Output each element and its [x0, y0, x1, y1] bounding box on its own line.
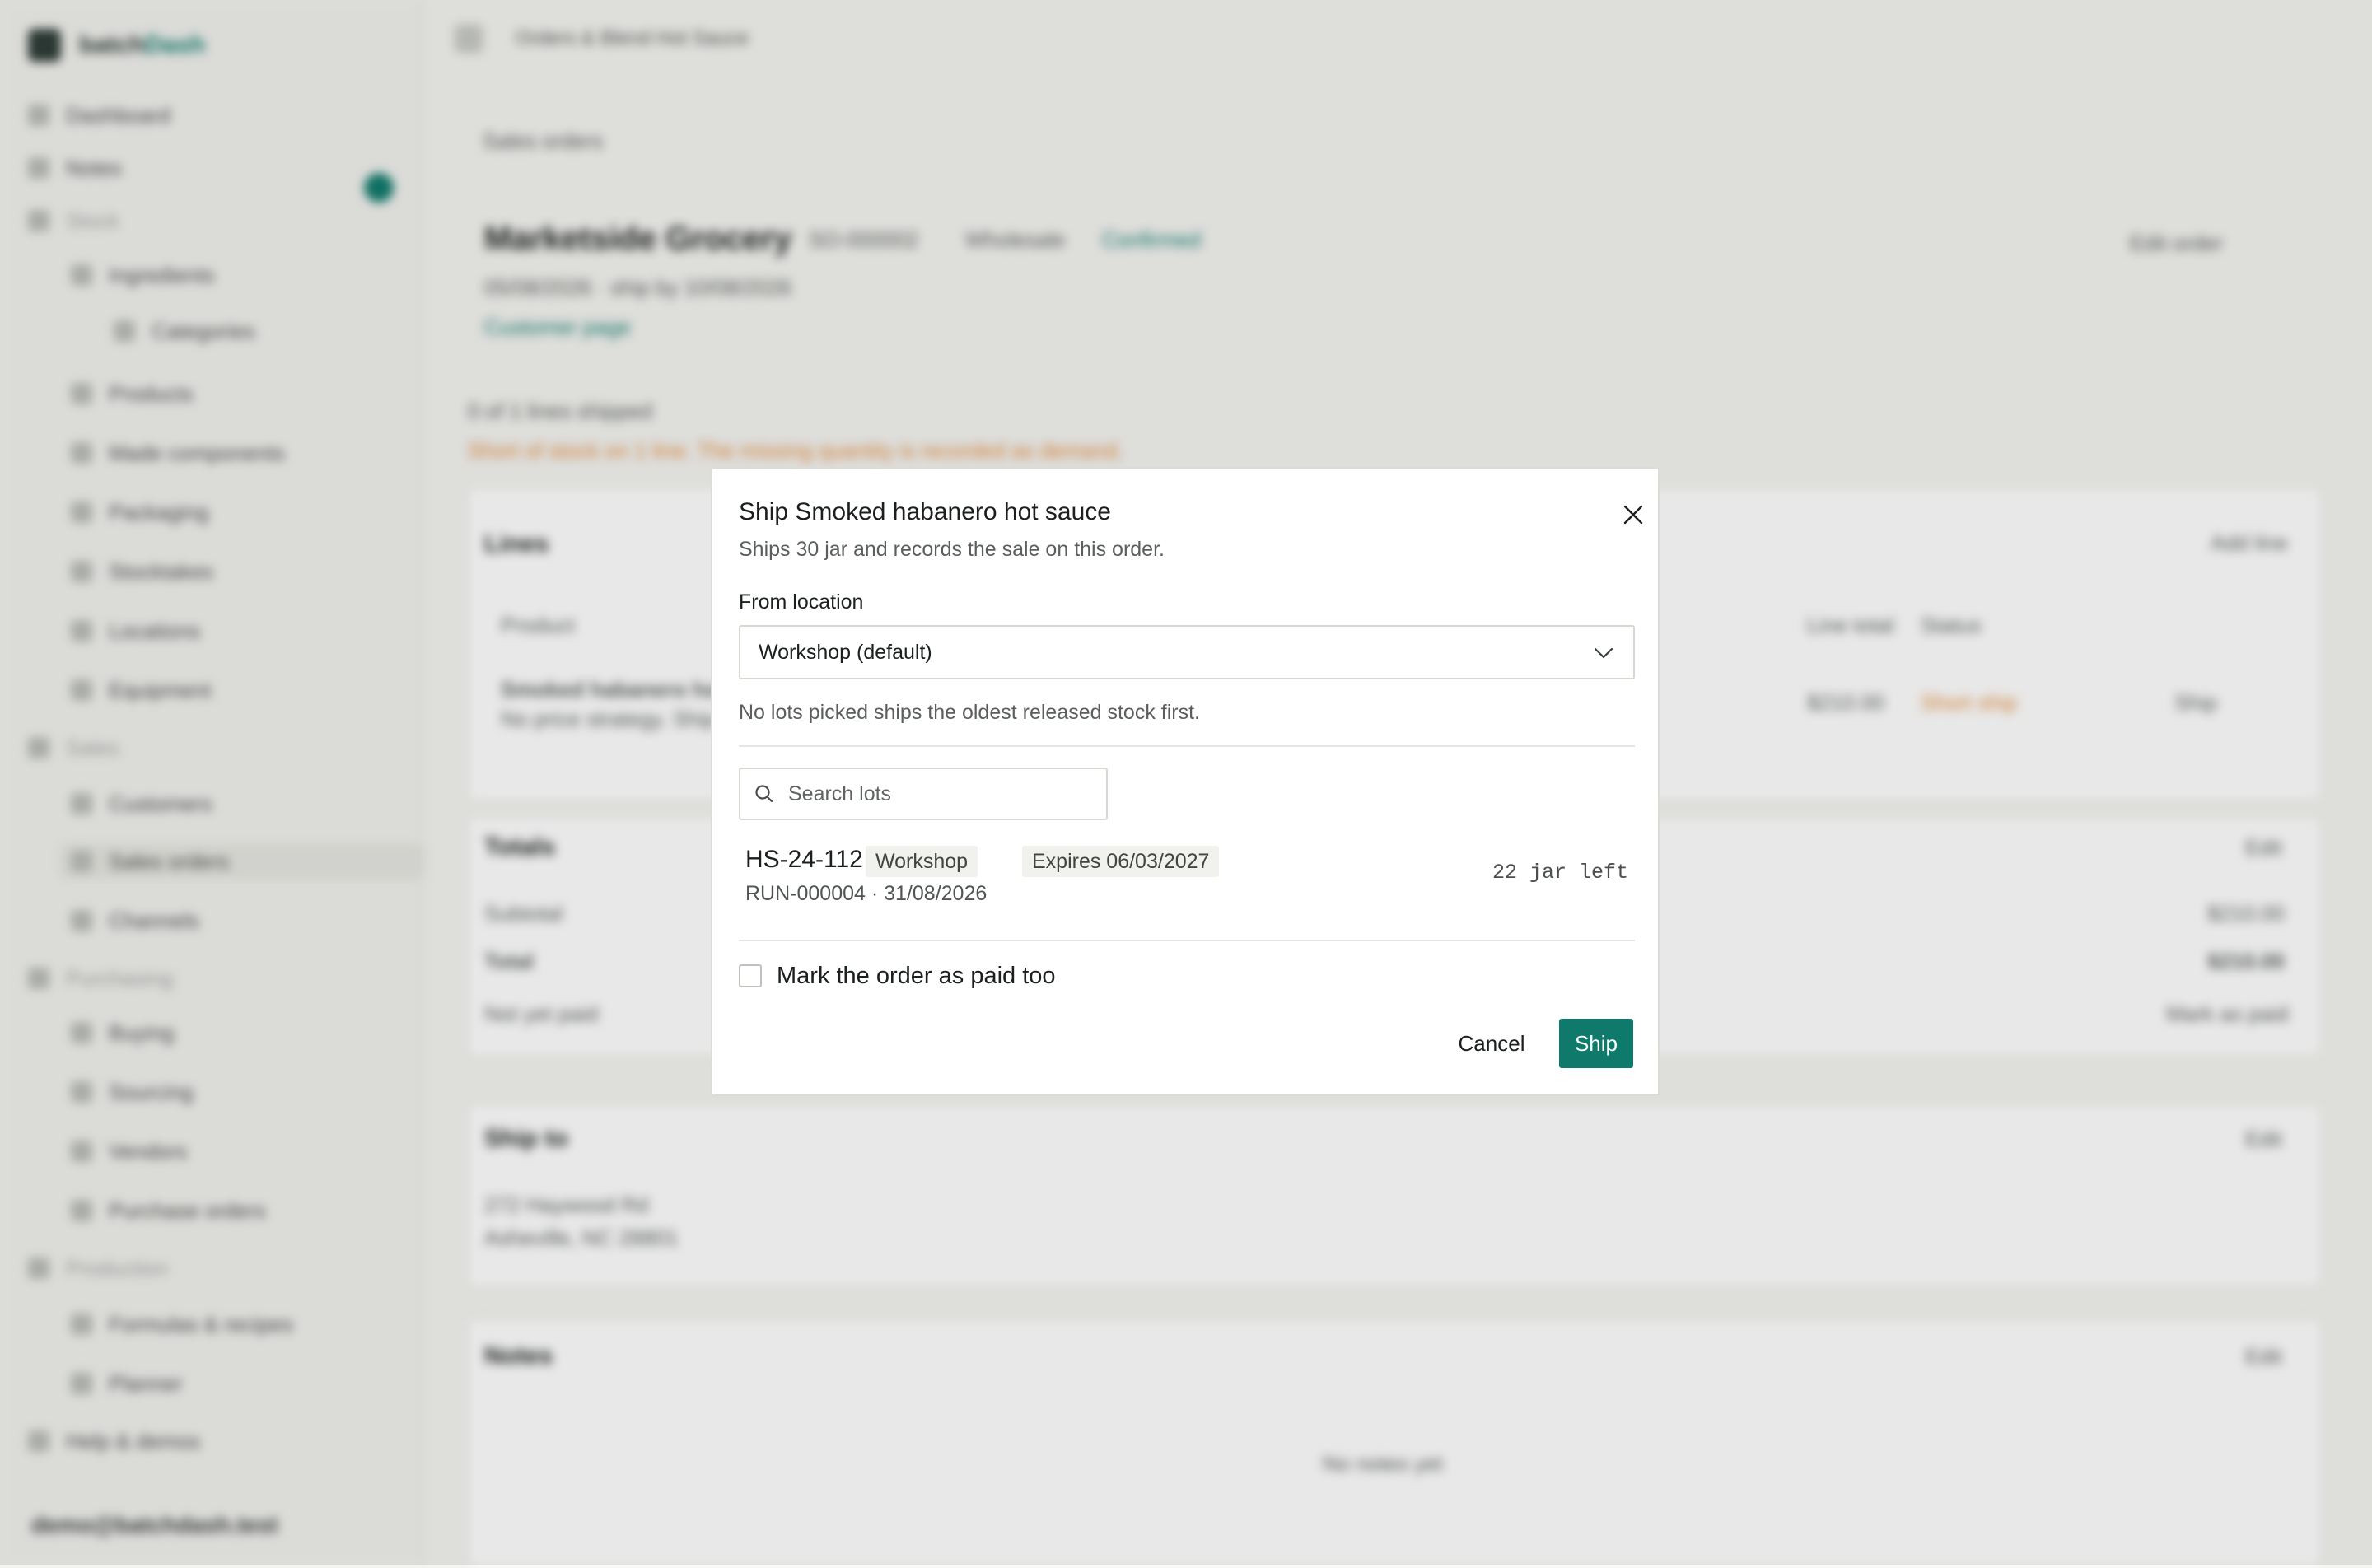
- lots-hint: No lots picked ships the oldest released…: [739, 701, 1200, 724]
- divider: [739, 745, 1635, 747]
- mark-paid-checkbox[interactable]: [739, 964, 762, 987]
- from-location-select[interactable]: Workshop (default): [739, 625, 1635, 679]
- mark-paid-row[interactable]: Mark the order as paid too: [739, 958, 1056, 994]
- close-icon: [1623, 505, 1643, 525]
- close-button[interactable]: [1610, 492, 1656, 538]
- dialog-title: Ship Smoked habanero hot sauce: [739, 498, 1111, 525]
- divider: [739, 940, 1635, 941]
- cancel-button[interactable]: Cancel: [1450, 1019, 1533, 1068]
- lot-row[interactable]: HS-24-112 Workshop Expires 06/03/2027 RU…: [739, 844, 1635, 918]
- from-location-value: Workshop (default): [759, 640, 932, 664]
- dialog-subtitle: Ships 30 jar and records the sale on thi…: [739, 538, 1165, 561]
- search-icon: [755, 785, 773, 803]
- lot-meta: RUN-000004 · 31/08/2026: [745, 882, 988, 905]
- ship-dialog: Ship Smoked habanero hot sauce Ships 30 …: [711, 467, 1660, 1096]
- from-location-label: From location: [739, 590, 864, 614]
- lot-id: HS-24-112: [745, 846, 863, 873]
- lot-expiry-tag: Expires 06/03/2027: [1022, 846, 1220, 877]
- mark-paid-label: Mark the order as paid too: [777, 962, 1056, 989]
- ship-button[interactable]: Ship: [1559, 1019, 1633, 1068]
- lot-location-tag: Workshop: [866, 846, 978, 877]
- chevron-down-icon: [1594, 647, 1613, 659]
- lot-quantity-left: 22 jar left: [1492, 861, 1628, 884]
- search-lots-field[interactable]: [739, 768, 1108, 820]
- search-lots-input[interactable]: [787, 781, 1086, 807]
